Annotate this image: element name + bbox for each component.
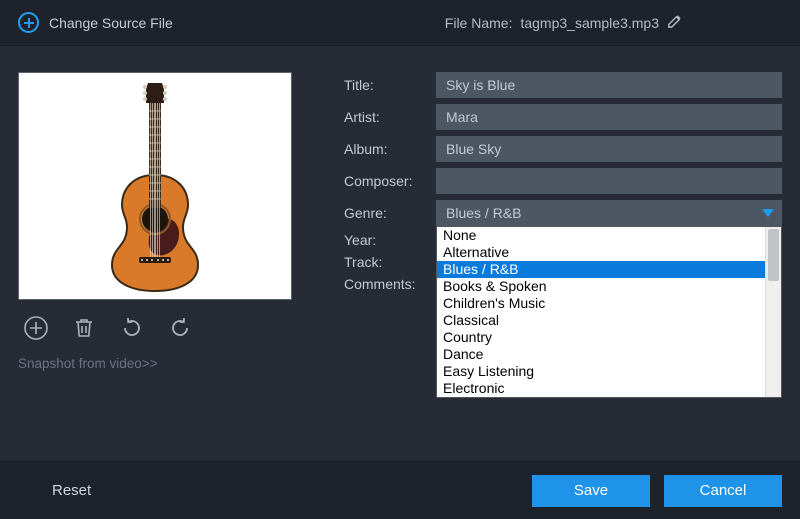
footer-bar: Reset Save Cancel <box>0 461 800 519</box>
album-label: Album: <box>344 141 422 157</box>
album-input[interactable] <box>436 136 782 162</box>
edit-filename-icon[interactable] <box>667 14 682 32</box>
genre-option[interactable]: Classical <box>437 312 765 329</box>
title-label: Title: <box>344 77 422 93</box>
scrollbar-thumb[interactable] <box>768 229 779 281</box>
composer-input[interactable] <box>436 168 782 194</box>
cancel-button[interactable]: Cancel <box>664 475 782 507</box>
filename-label: File Name: <box>445 15 513 31</box>
comments-label: Comments: <box>344 276 422 292</box>
genre-option[interactable]: Country <box>437 329 765 346</box>
genre-option[interactable]: Children's Music <box>437 295 765 312</box>
composer-label: Composer: <box>344 173 422 189</box>
filename-value: tagmp3_sample3.mp3 <box>520 15 659 31</box>
genre-option[interactable]: None <box>437 227 765 244</box>
genre-dropdown: NoneAlternativeBlues / R&BBooks & Spoken… <box>436 226 782 398</box>
reset-button[interactable]: Reset <box>18 482 91 499</box>
filename-area: File Name: tagmp3_sample3.mp3 <box>445 14 682 32</box>
metadata-form: Title: Artist: Album: Composer: Genre: B… <box>344 72 782 371</box>
genre-option[interactable]: Books & Spoken <box>437 278 765 295</box>
save-button[interactable]: Save <box>532 475 650 507</box>
rotate-left-button[interactable] <box>118 314 146 342</box>
genre-selected-value: Blues / R&B <box>446 205 521 221</box>
artwork-thumbnail[interactable] <box>18 72 292 300</box>
guitar-image <box>100 79 210 294</box>
add-artwork-button[interactable] <box>22 314 50 342</box>
genre-option[interactable]: Easy Listening <box>437 363 765 380</box>
genre-option[interactable]: Dance <box>437 346 765 363</box>
plus-circle-icon <box>18 12 39 33</box>
snapshot-from-video-link[interactable]: Snapshot from video>> <box>18 356 316 371</box>
change-source-label: Change Source File <box>49 15 173 31</box>
genre-label: Genre: <box>344 205 422 221</box>
genre-option[interactable]: Alternative <box>437 244 765 261</box>
year-label: Year: <box>344 232 422 248</box>
genre-option[interactable]: Blues / R&B <box>437 261 765 278</box>
track-label: Track: <box>344 254 422 270</box>
change-source-button[interactable]: Change Source File <box>18 12 173 33</box>
genre-select[interactable]: Blues / R&B NoneAlternativeBlues / R&BBo… <box>436 200 782 226</box>
artwork-panel: Snapshot from video>> <box>18 72 316 371</box>
rotate-right-button[interactable] <box>166 314 194 342</box>
dropdown-scrollbar[interactable] <box>765 227 781 397</box>
genre-option[interactable]: Electronic <box>437 380 765 397</box>
content: Snapshot from video>> Title: Artist: Alb… <box>0 46 800 371</box>
artist-label: Artist: <box>344 109 422 125</box>
artist-input[interactable] <box>436 104 782 130</box>
chevron-down-icon <box>762 209 774 217</box>
delete-artwork-button[interactable] <box>70 314 98 342</box>
title-input[interactable] <box>436 72 782 98</box>
header-bar: Change Source File File Name: tagmp3_sam… <box>0 0 800 46</box>
artwork-toolbar <box>18 310 316 342</box>
